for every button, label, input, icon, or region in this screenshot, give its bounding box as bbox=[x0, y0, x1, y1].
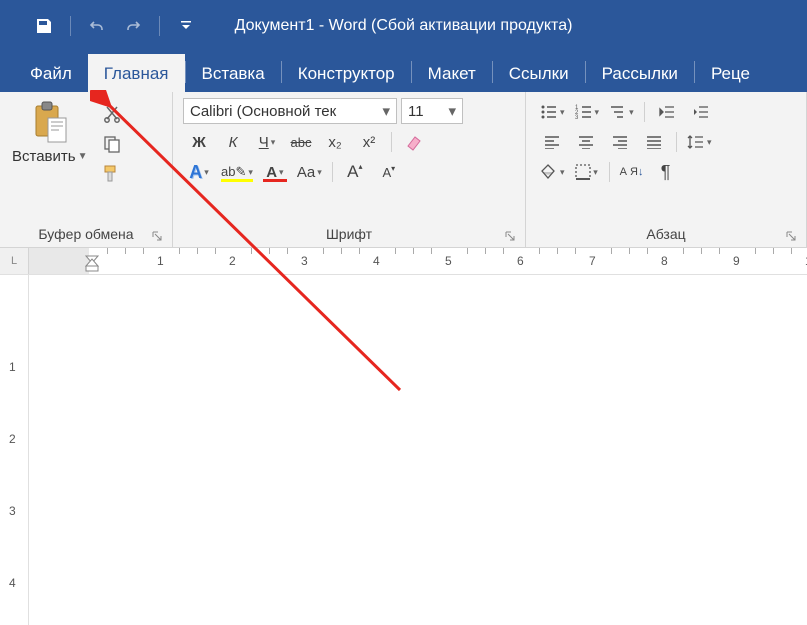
paste-label: Вставить bbox=[12, 148, 76, 165]
undo-button[interactable] bbox=[83, 12, 111, 40]
chevron-down-icon: ▾ bbox=[279, 167, 284, 178]
clipboard-launcher[interactable] bbox=[150, 229, 164, 243]
chevron-down-icon: ▾ bbox=[595, 107, 600, 118]
tab-insert[interactable]: Вставка bbox=[186, 54, 281, 92]
tab-review[interactable]: Реце bbox=[695, 54, 766, 92]
shading-button[interactable]: ▾ bbox=[536, 160, 569, 184]
redo-button[interactable] bbox=[119, 12, 147, 40]
tab-mailings[interactable]: Рассылки bbox=[586, 54, 694, 92]
para-launcher[interactable] bbox=[784, 229, 798, 243]
ruler-vertical[interactable]: 1234 bbox=[0, 275, 29, 625]
title-bar: Документ1 - Word (Сбой активации продукт… bbox=[0, 0, 807, 52]
strike-button[interactable]: abc bbox=[285, 130, 317, 154]
group-font: Calibri (Основной тек▾ 11▾ Ж К Ч▾ abc x₂… bbox=[173, 92, 526, 247]
borders-button[interactable]: ▾ bbox=[571, 160, 603, 184]
bold-button[interactable]: Ж bbox=[183, 130, 215, 154]
group-clipboard-label: Буфер обмена bbox=[38, 226, 133, 242]
clear-format-button[interactable] bbox=[398, 130, 430, 154]
format-painter-button[interactable] bbox=[100, 162, 124, 186]
chevron-down-icon: ▾ bbox=[593, 167, 598, 178]
increase-indent-button[interactable] bbox=[685, 100, 717, 124]
subscript-button[interactable]: x₂ bbox=[319, 130, 351, 154]
chevron-down-icon: ▾ bbox=[629, 107, 634, 118]
group-paragraph: ▾ 123▾ ▾ ▾ ▾ ▾ А Я↓ ¶ bbox=[526, 92, 807, 247]
tab-file[interactable]: Файл bbox=[14, 54, 88, 92]
decrease-indent-button[interactable] bbox=[651, 100, 683, 124]
chevron-down-icon: ▾ bbox=[560, 167, 565, 178]
shrink-font-button[interactable]: A▾ bbox=[373, 160, 405, 184]
font-size-combo[interactable]: 11▾ bbox=[401, 98, 463, 124]
svg-text:3: 3 bbox=[575, 115, 579, 120]
font-color-button[interactable]: A▾ bbox=[259, 160, 291, 184]
copy-button[interactable] bbox=[100, 132, 124, 156]
ribbon-tabs: Файл Главная Вставка Конструктор Макет С… bbox=[0, 52, 807, 92]
italic-button[interactable]: К bbox=[217, 130, 249, 154]
align-left-button[interactable] bbox=[536, 130, 568, 154]
tab-references[interactable]: Ссылки bbox=[493, 54, 585, 92]
window-title: Документ1 - Word (Сбой активации продукт… bbox=[235, 17, 573, 35]
superscript-button[interactable]: x² bbox=[353, 130, 385, 154]
chevron-down-icon: ▾ bbox=[317, 167, 322, 178]
numbering-button[interactable]: 123▾ bbox=[571, 100, 604, 124]
qat-separator bbox=[159, 16, 160, 36]
group-font-label: Шрифт bbox=[326, 226, 372, 242]
align-center-button[interactable] bbox=[570, 130, 602, 154]
text-effects-button[interactable]: A▾ bbox=[183, 160, 215, 184]
font-name-combo[interactable]: Calibri (Основной тек▾ bbox=[183, 98, 397, 124]
grow-font-button[interactable]: A▴ bbox=[339, 160, 371, 184]
tab-design[interactable]: Конструктор bbox=[282, 54, 411, 92]
underline-button[interactable]: Ч▾ bbox=[251, 130, 283, 154]
indent-marker-icon[interactable] bbox=[85, 248, 99, 274]
paste-button[interactable]: Вставить▼ bbox=[6, 96, 94, 169]
chevron-down-icon: ▾ bbox=[560, 107, 565, 118]
chevron-down-icon: ▾ bbox=[382, 102, 390, 120]
justify-button[interactable] bbox=[638, 130, 670, 154]
chevron-down-icon: ▾ bbox=[204, 167, 209, 178]
chevron-down-icon: ▾ bbox=[271, 137, 276, 148]
align-right-button[interactable] bbox=[604, 130, 636, 154]
save-button[interactable] bbox=[30, 12, 58, 40]
chevron-down-icon: ▾ bbox=[448, 102, 456, 120]
change-case-button[interactable]: Aa▾ bbox=[293, 160, 326, 184]
bullets-button[interactable]: ▾ bbox=[536, 100, 569, 124]
chevron-down-icon: ▼ bbox=[78, 151, 88, 162]
tab-home[interactable]: Главная bbox=[88, 54, 185, 92]
qat-separator bbox=[70, 16, 71, 36]
group-para-label: Абзац bbox=[646, 226, 685, 242]
group-clipboard: Вставить▼ Буфер обмена bbox=[0, 92, 173, 247]
show-marks-button[interactable]: ¶ bbox=[650, 160, 682, 184]
chevron-down-icon: ▾ bbox=[248, 167, 253, 178]
document-area: 1234 bbox=[0, 275, 807, 625]
line-spacing-button[interactable]: ▾ bbox=[683, 130, 716, 154]
ruler-horizontal[interactable]: L 12345678910 bbox=[0, 248, 807, 275]
multilevel-button[interactable]: ▾ bbox=[605, 100, 638, 124]
cut-button[interactable] bbox=[100, 102, 124, 126]
highlight-button[interactable]: ab✎▾ bbox=[217, 160, 257, 184]
chevron-down-icon: ▾ bbox=[707, 137, 712, 148]
ribbon: Вставить▼ Буфер обмена Calibri (Основной… bbox=[0, 92, 807, 248]
document-page[interactable] bbox=[29, 275, 807, 625]
qat-customize-button[interactable] bbox=[172, 12, 200, 40]
quick-access-toolbar bbox=[0, 12, 200, 40]
sort-button[interactable]: А Я↓ bbox=[616, 160, 648, 184]
font-launcher[interactable] bbox=[503, 229, 517, 243]
ruler-corner[interactable]: L bbox=[0, 248, 29, 274]
tab-layout[interactable]: Макет bbox=[412, 54, 492, 92]
